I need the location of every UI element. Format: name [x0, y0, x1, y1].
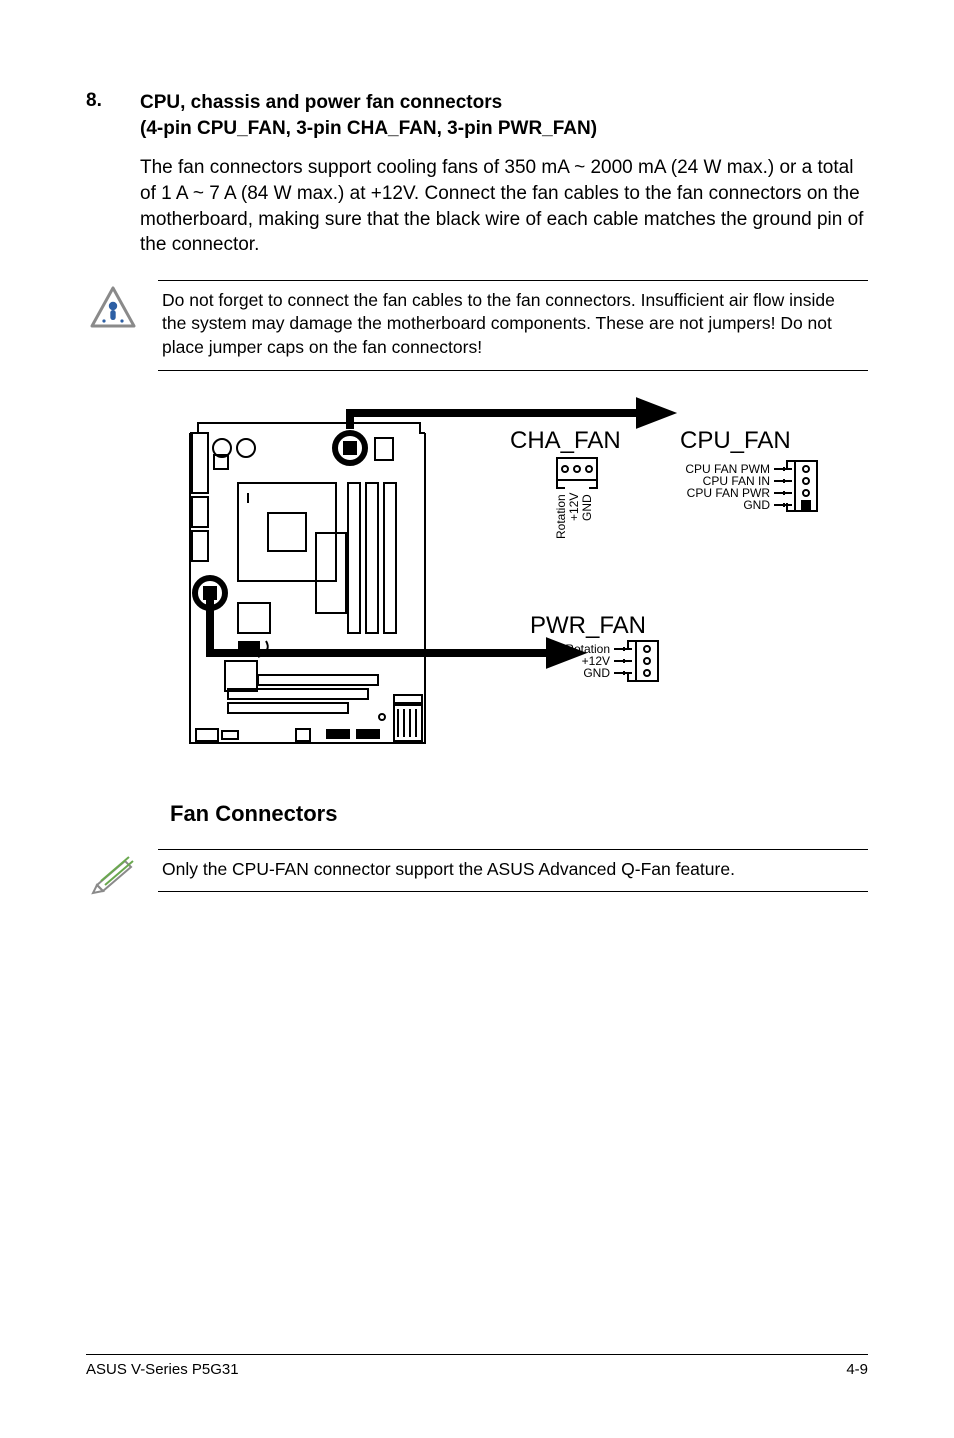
section-number: 8. [86, 90, 140, 141]
pwr-fan-title: PWR_FAN [530, 612, 646, 639]
note-text: Only the CPU-FAN connector support the A… [158, 849, 868, 893]
footer-right: 4-9 [846, 1361, 868, 1378]
cpu-fan-pin-3: GND [743, 498, 770, 512]
note-icon [86, 849, 140, 895]
section-title-line1: CPU, chassis and power fan connectors [140, 90, 597, 116]
cha-fan-pin-0: Rotation [554, 494, 568, 539]
warning-text: Do not forget to connect the fan cables … [158, 280, 868, 371]
footer-left: ASUS V-Series P5G31 [86, 1361, 239, 1378]
section-title-line2: (4-pin CPU_FAN, 3-pin CHA_FAN, 3-pin PWR… [140, 116, 597, 142]
cha-fan-title: CHA_FAN [510, 427, 621, 454]
section-paragraph: The fan connectors support cooling fans … [140, 155, 868, 258]
figure-caption: Fan Connectors [170, 801, 868, 827]
cpu-fan-title: CPU_FAN [680, 427, 791, 454]
cha-fan-pin-2: GND [580, 494, 594, 521]
pwr-fan-pin-2: GND [583, 666, 610, 680]
fan-connectors-diagram: CHA_FAN Rotation +12V GND CPU_FAN [170, 393, 868, 827]
cha-fan-pin-1: +12V [567, 492, 581, 520]
warning-icon [86, 280, 140, 328]
